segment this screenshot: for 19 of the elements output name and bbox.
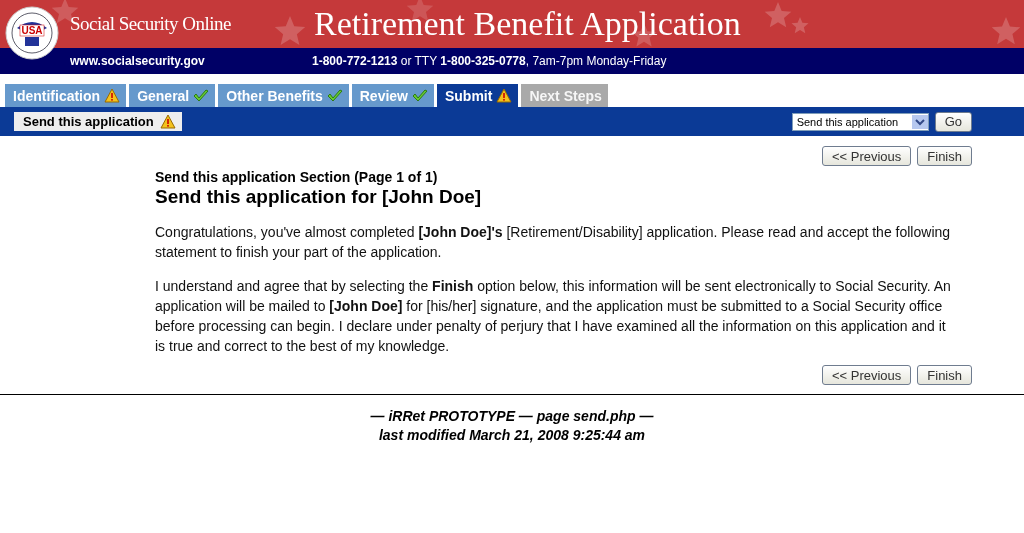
nav-tab[interactable]: Submit	[437, 84, 519, 107]
phone-info: 1-800-772-1213 or TTY 1-800-325-0778, 7am-7pm Monday-Friday	[312, 54, 667, 68]
agency-seal-logo: USA	[5, 6, 59, 60]
paragraph: Congratulations, you've almost completed [John Doe]'s [Retirement/Disability] application. Please read and accept the following statement to finish your part of the application.	[155, 223, 952, 262]
footer-text: — iRRet PROTOTYPE — page send.php —	[369, 407, 655, 426]
section-label: Send this application	[14, 112, 182, 131]
previous-button[interactable]: << Previous	[821, 146, 912, 166]
page-title: Send this application for [John Doe]	[155, 186, 483, 208]
finish-button[interactable]: Finish	[917, 365, 972, 385]
finish-button[interactable]: Finish	[917, 146, 972, 166]
footer-text: last modified March 21, 2008 9:25:44 am	[377, 426, 647, 445]
section-select[interactable]: Send this application	[791, 112, 929, 131]
website-url: www.socialsecurity.gov	[70, 54, 206, 68]
site-name: Social Security Online	[70, 13, 233, 35]
paragraph: I understand and agree that by selecting the Finish option below, this information will be sent electronically to Social Security. An application will be mailed to [John Doe] for [his/her] signature, and the application must be submitted to a Social Security office before processing can begin. I declare under penalty of perjury that I have examined all the information on this application and it is true and correct to the best of my knowledge.	[155, 277, 952, 356]
page-banner-title: Retirement Benefit Application	[314, 5, 741, 43]
go-button[interactable]: Go	[934, 111, 972, 132]
previous-button[interactable]: << Previous	[821, 365, 912, 385]
section-heading: Send this application Section (Page 1 of 1)	[155, 169, 439, 185]
